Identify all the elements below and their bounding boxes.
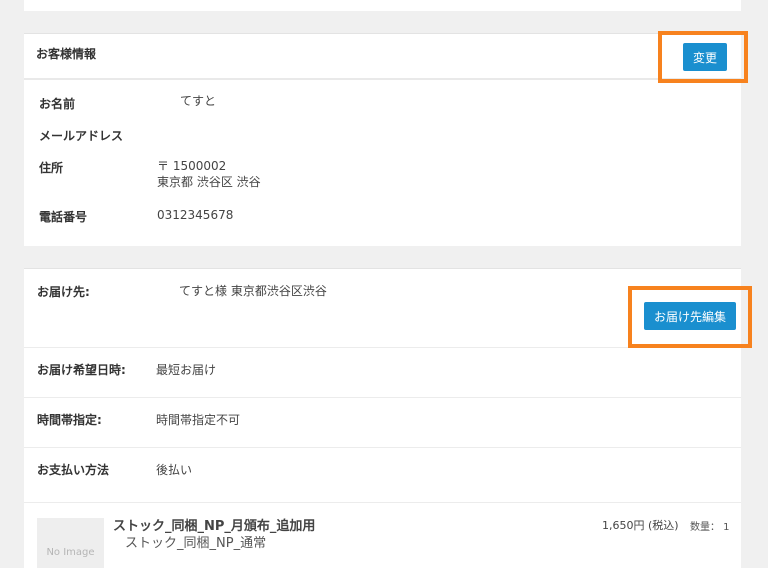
- customer-info-title: お客様情報: [36, 47, 97, 61]
- product-quantity: 数量： 1: [690, 522, 730, 533]
- time-slot-label: 時間帯指定:: [37, 413, 102, 427]
- row-divider: [24, 447, 741, 448]
- payment-method-value: 後払い: [156, 463, 193, 477]
- delivery-address-value: てすと様 東京都渋谷区渋谷: [179, 284, 327, 298]
- product-subname: ストック_同梱_NP_通常: [125, 536, 267, 551]
- name-value: てすと: [180, 94, 217, 108]
- email-label: メールアドレス: [39, 129, 124, 143]
- row-divider: [24, 502, 741, 503]
- customer-info-header: お客様情報 変更: [24, 34, 741, 80]
- delivery-info-card: お届け先: てすと様 東京都渋谷区渋谷 お届け先編集 お届け希望日時: 最短お届…: [24, 268, 741, 568]
- name-label: お名前: [39, 97, 76, 111]
- phone-value: 0312345678: [157, 208, 234, 222]
- time-slot-value: 時間帯指定不可: [156, 413, 241, 427]
- postal-code-value: 〒 1500002: [157, 159, 227, 173]
- address-label: 住所: [39, 161, 64, 175]
- delivery-address-label: お届け先:: [37, 285, 90, 299]
- address-value: 東京都 渋谷区 渋谷: [157, 175, 261, 189]
- previous-section-card: [24, 0, 741, 11]
- customer-info-card: お客様情報 変更 お名前 てすと メールアドレス 住所 〒 1500002 東京…: [24, 33, 741, 246]
- delivery-date-label: お届け希望日時:: [37, 363, 126, 377]
- product-price: 1,650円 (税込): [602, 519, 679, 532]
- change-customer-button[interactable]: 変更: [683, 43, 727, 71]
- phone-label: 電話番号: [39, 210, 88, 224]
- delivery-date-value: 最短お届け: [156, 363, 217, 377]
- row-divider: [24, 397, 741, 398]
- row-divider: [24, 347, 741, 348]
- edit-delivery-button[interactable]: お届け先編集: [644, 302, 736, 330]
- product-image-placeholder: No Image: [37, 518, 104, 568]
- payment-method-label: お支払い方法: [37, 463, 110, 477]
